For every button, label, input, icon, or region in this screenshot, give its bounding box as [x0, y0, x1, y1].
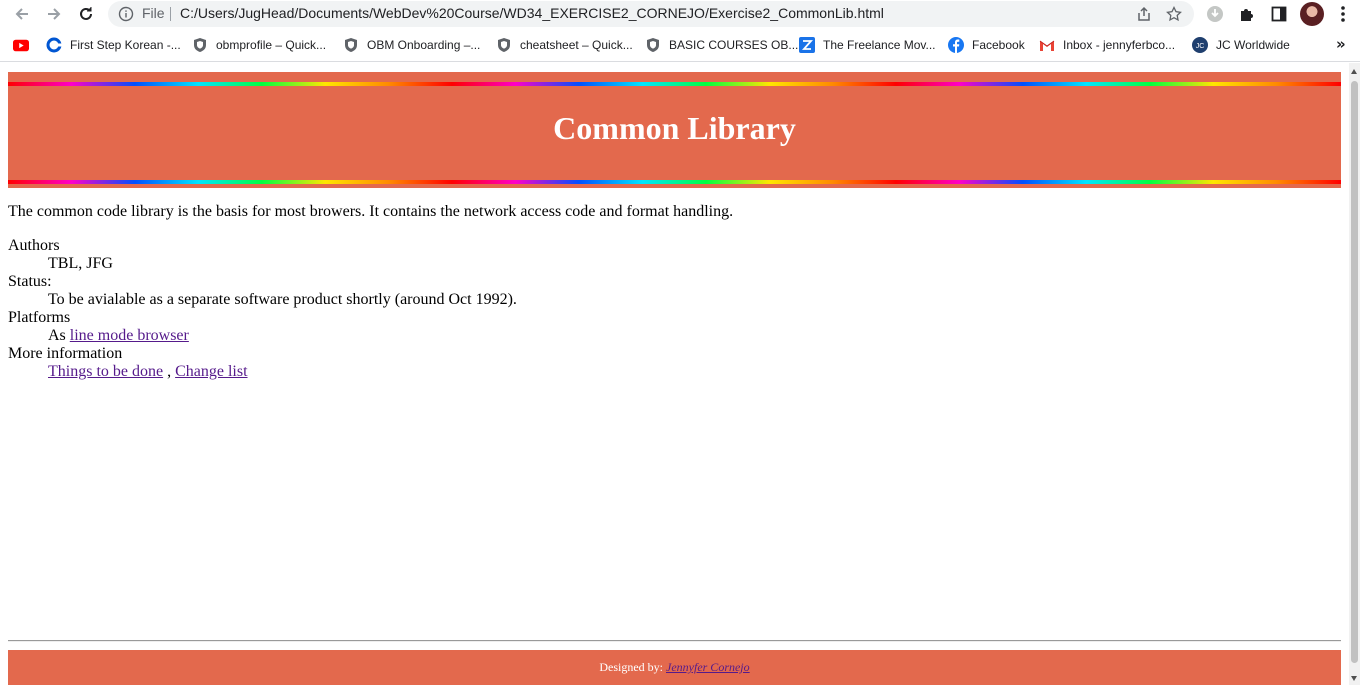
page-scrollbar[interactable] — [1349, 63, 1360, 685]
address-bar[interactable]: File C:/Users/JugHead/Documents/WebDev%2… — [108, 1, 1194, 27]
kebab-menu-icon — [1341, 6, 1345, 22]
platforms-prefix: As — [48, 327, 70, 344]
star-icon — [1166, 6, 1182, 22]
bookmark-gmail-inbox[interactable]: Inbox - jennyferbco... — [1039, 36, 1175, 54]
arrow-right-icon — [48, 8, 61, 20]
bookmark-cheatsheet[interactable]: cheatsheet – Quick... — [496, 36, 633, 54]
puzzle-icon — [1241, 9, 1253, 21]
bookmark-star-button[interactable] — [1164, 4, 1184, 24]
bookmark-label: OBM Onboarding –... — [367, 38, 481, 52]
footer-divider — [8, 640, 1341, 642]
freelance-icon — [799, 37, 815, 53]
link-separator: , — [163, 363, 176, 380]
scroll-down-arrow-icon[interactable] — [1351, 676, 1357, 681]
url-text[interactable]: C:/Users/JugHead/Documents/WebDev%20Cour… — [180, 5, 884, 21]
share-icon — [1138, 6, 1150, 21]
detail-desc-status: To be avialable as a separate software p… — [48, 291, 1341, 309]
page-header: Common Library — [8, 72, 1341, 188]
bookmark-label: Inbox - jennyferbco... — [1063, 38, 1176, 52]
detail-term-more-information: More information — [8, 345, 123, 362]
footer-prefix: Designed by: — [599, 660, 663, 674]
bookmark-jc-worldwide[interactable]: JC JC Worldwide — [1192, 36, 1290, 54]
bookmark-label: JC Worldwide — [1216, 38, 1290, 52]
bookmarks-bar: First Step Korean -... obmprofile – Quic… — [0, 28, 1360, 62]
page-title: Common Library — [553, 110, 796, 146]
menu-button[interactable] — [1332, 3, 1354, 25]
forward-button[interactable] — [42, 2, 66, 26]
youtube-icon — [13, 37, 29, 53]
bookmark-facebook[interactable]: Facebook — [948, 36, 1025, 54]
download-icon — [1207, 6, 1223, 22]
change-list-link[interactable]: Change list — [175, 363, 247, 380]
download-button[interactable] — [1204, 3, 1226, 25]
arrow-left-icon — [15, 8, 28, 20]
bookmark-label: First Step Korean -... — [70, 38, 181, 52]
browser-toolbar: File C:/Users/JugHead/Documents/WebDev%2… — [0, 0, 1360, 28]
detail-term-status: Status: — [8, 273, 52, 290]
scheme-label: File — [142, 5, 165, 21]
bookmark-label: cheatsheet – Quick... — [520, 38, 633, 52]
page-footer: Designed by: Jennyfer Cornejo — [8, 650, 1341, 685]
shield-icon — [645, 37, 661, 53]
bookmark-first-step-korean[interactable]: First Step Korean -... — [46, 36, 181, 54]
detail-desc-authors: TBL, JFG — [48, 255, 1341, 273]
shield-icon — [192, 37, 208, 53]
shield-icon — [343, 37, 359, 53]
page-viewport: Common Library The common code library i… — [0, 63, 1349, 685]
detail-term-authors: Authors — [8, 237, 60, 254]
scrollbar-thumb[interactable] — [1351, 81, 1358, 663]
details-list: Authors TBL, JFG Status: To be avialable… — [8, 237, 1341, 381]
side-panel-icon — [1271, 6, 1287, 22]
extensions-button[interactable] — [1236, 3, 1258, 25]
reload-icon — [80, 7, 92, 20]
bookmark-obmprofile[interactable]: obmprofile – Quick... — [192, 36, 326, 54]
svg-text:JC: JC — [1196, 43, 1205, 50]
coursera-icon — [46, 37, 62, 53]
scroll-up-arrow-icon[interactable] — [1351, 69, 1357, 74]
detail-desc-platforms: As line mode browser — [48, 327, 1341, 345]
intro-paragraph: The common code library is the basis for… — [8, 203, 734, 220]
jc-icon: JC — [1192, 37, 1208, 53]
omnibox-divider — [170, 7, 171, 21]
rainbow-divider — [8, 82, 1341, 86]
info-icon[interactable] — [118, 6, 134, 22]
detail-term-platforms: Platforms — [8, 309, 71, 326]
back-button[interactable] — [10, 2, 34, 26]
reload-button[interactable] — [74, 2, 98, 26]
status-text: To be avialable as a separate software p… — [48, 291, 517, 308]
rainbow-divider — [8, 180, 1341, 184]
things-to-be-done-link[interactable]: Things to be done — [48, 363, 163, 380]
profile-avatar[interactable] — [1300, 2, 1324, 26]
line-mode-browser-link[interactable]: line mode browser — [70, 327, 189, 344]
bookmark-obm-onboarding[interactable]: OBM Onboarding –... — [343, 36, 480, 54]
bookmark-youtube[interactable] — [13, 36, 37, 54]
gmail-icon — [1039, 37, 1055, 53]
shield-icon — [496, 37, 512, 53]
side-panel-button[interactable] — [1268, 3, 1290, 25]
share-button[interactable] — [1134, 4, 1154, 24]
footer-author-link[interactable]: Jennyfer Cornejo — [666, 660, 750, 675]
bookmark-freelance-movement[interactable]: The Freelance Mov... — [799, 36, 936, 54]
bookmark-label: BASIC COURSES OB... — [669, 38, 799, 52]
bookmark-basic-courses[interactable]: BASIC COURSES OB... — [645, 36, 798, 54]
bookmark-label: obmprofile – Quick... — [216, 38, 327, 52]
page-content: The common code library is the basis for… — [8, 203, 1341, 381]
bookmark-label: Facebook — [972, 38, 1025, 52]
bookmarks-overflow-button[interactable]: » — [1336, 35, 1346, 53]
bookmark-label: The Freelance Mov... — [823, 38, 936, 52]
authors-text: TBL, JFG — [48, 255, 113, 272]
detail-desc-more-information: Things to be done , Change list — [48, 363, 1341, 381]
facebook-icon — [948, 37, 964, 53]
